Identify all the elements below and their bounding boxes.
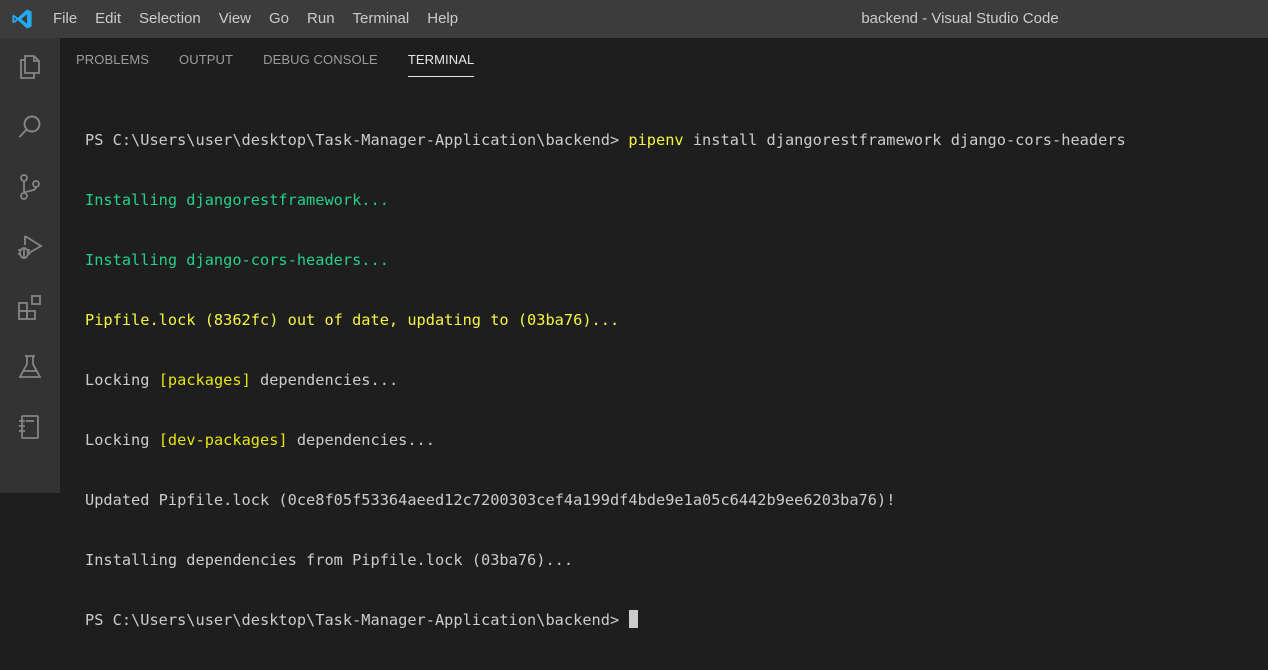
notebook-icon[interactable] [13, 410, 47, 444]
command-name: pipenv [628, 131, 684, 149]
tab-problems[interactable]: PROBLEMS [76, 38, 149, 78]
title-bar: File Edit Selection View Go Run Terminal… [0, 0, 1268, 38]
explorer-icon[interactable] [13, 50, 47, 84]
menu-run[interactable]: Run [298, 0, 344, 38]
extensions-icon[interactable] [13, 290, 47, 324]
menu-selection[interactable]: Selection [130, 0, 210, 38]
testing-icon[interactable] [13, 350, 47, 384]
menu-go[interactable]: Go [260, 0, 298, 38]
menu-view[interactable]: View [210, 0, 260, 38]
menu-help[interactable]: Help [418, 0, 467, 38]
menu-terminal[interactable]: Terminal [344, 0, 419, 38]
terminal-line: PS C:\Users\user\desktop\Task-Manager-Ap… [85, 130, 1255, 150]
locking-prefix: Locking [85, 371, 159, 389]
locking-suffix: dependencies... [287, 431, 435, 449]
terminal-line: Installing djangorestframework... [85, 191, 389, 209]
terminal-line: Updated Pipfile.lock (0ce8f05f53364aeed1… [85, 491, 896, 509]
terminal-line: Pipfile.lock (8362fc) out of date, updat… [85, 311, 620, 329]
source-control-icon[interactable] [13, 170, 47, 204]
vscode-logo-icon[interactable] [11, 8, 33, 30]
command-args: install djangorestframework django-cors-… [683, 131, 1126, 149]
terminal-prompt: PS C:\Users\user\desktop\Task-Manager-Ap… [85, 131, 629, 149]
locking-tag: [packages] [158, 371, 251, 389]
menu-file[interactable]: File [44, 0, 86, 38]
tab-output[interactable]: OUTPUT [179, 38, 233, 78]
terminal-prompt: PS C:\Users\user\desktop\Task-Manager-Ap… [85, 611, 629, 629]
terminal-output[interactable]: PS C:\Users\user\desktop\Task-Manager-Ap… [85, 90, 1255, 670]
window-title: backend - Visual Studio Code [861, 10, 1059, 27]
search-icon[interactable] [13, 110, 47, 144]
panel-tabs: PROBLEMS OUTPUT DEBUG CONSOLE TERMINAL [76, 38, 504, 78]
terminal-line: Installing dependencies from Pipfile.loc… [85, 551, 574, 569]
terminal-panel: PROBLEMS OUTPUT DEBUG CONSOLE TERMINAL P… [60, 38, 1268, 629]
locking-tag: [dev-packages] [158, 431, 288, 449]
menu-edit[interactable]: Edit [86, 0, 130, 38]
tab-terminal[interactable]: TERMINAL [407, 38, 475, 78]
terminal-cursor [629, 610, 639, 628]
run-debug-icon[interactable] [13, 230, 47, 264]
menu-bar: File Edit Selection View Go Run Terminal… [44, 0, 467, 38]
terminal-line: Locking [packages] dependencies... [85, 370, 1255, 390]
terminal-line: Installing django-cors-headers... [85, 251, 389, 269]
tab-debug-console[interactable]: DEBUG CONSOLE [263, 38, 378, 78]
terminal-line: Locking [dev-packages] dependencies... [85, 430, 1255, 450]
locking-prefix: Locking [85, 431, 159, 449]
activity-bar [0, 38, 60, 493]
terminal-line: PS C:\Users\user\desktop\Task-Manager-Ap… [85, 610, 1255, 630]
locking-suffix: dependencies... [250, 371, 399, 389]
